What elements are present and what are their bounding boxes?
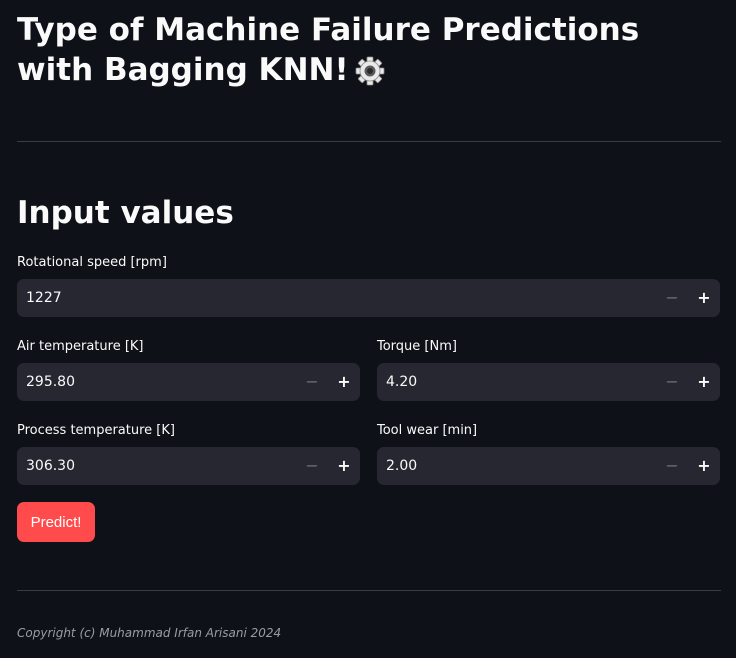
tool-wear-value[interactable]: 2.00 — [386, 447, 417, 485]
air-temperature-decrement-button[interactable]: − — [296, 363, 328, 401]
air-temperature-label: Air temperature [K] — [17, 339, 144, 354]
predict-button[interactable]: Predict! — [17, 502, 95, 542]
air-temperature-input[interactable]: 295.80 − + — [17, 363, 360, 401]
rotational-speed-decrement-button[interactable]: − — [656, 279, 688, 317]
rotational-speed-value[interactable]: 1227 — [26, 279, 62, 317]
torque-value[interactable]: 4.20 — [386, 363, 417, 401]
tool-wear-label: Tool wear [min] — [377, 423, 478, 438]
air-temperature-increment-button[interactable]: + — [328, 363, 360, 401]
rotational-speed-input[interactable]: 1227 − + — [17, 279, 720, 317]
page-title: Type of Machine Failure Predictions with… — [17, 10, 717, 96]
torque-increment-button[interactable]: + — [688, 363, 720, 401]
app-page: Type of Machine Failure Predictions with… — [0, 0, 736, 658]
tool-wear-decrement-button[interactable]: − — [656, 447, 688, 485]
page-title-text: Type of Machine Failure Predictions with… — [17, 12, 640, 88]
input-values-heading: Input values — [17, 195, 234, 231]
tool-wear-input[interactable]: 2.00 − + — [377, 447, 720, 485]
tool-wear-increment-button[interactable]: + — [688, 447, 720, 485]
torque-label: Torque [Nm] — [377, 339, 457, 354]
process-temperature-label: Process temperature [K] — [17, 423, 175, 438]
rotational-speed-increment-button[interactable]: + — [688, 279, 720, 317]
torque-input[interactable]: 4.20 − + — [377, 363, 720, 401]
bottom-divider — [17, 590, 721, 591]
process-temperature-input[interactable]: 306.30 − + — [17, 447, 360, 485]
torque-decrement-button[interactable]: − — [656, 363, 688, 401]
process-temperature-decrement-button[interactable]: − — [296, 447, 328, 485]
top-divider — [17, 141, 721, 142]
process-temperature-value[interactable]: 306.30 — [26, 447, 75, 485]
process-temperature-increment-button[interactable]: + — [328, 447, 360, 485]
rotational-speed-label: Rotational speed [rpm] — [17, 255, 167, 270]
air-temperature-value[interactable]: 295.80 — [26, 363, 75, 401]
copyright-text: Copyright (c) Muhammad Irfan Arisani 202… — [17, 626, 282, 640]
gear-icon — [355, 56, 385, 96]
